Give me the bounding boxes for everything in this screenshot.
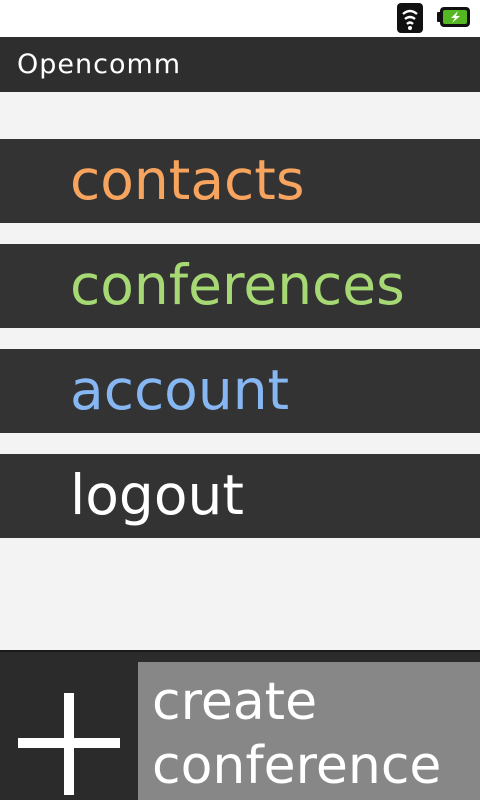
add-button[interactable] xyxy=(0,662,137,800)
battery-charging-icon xyxy=(437,7,470,27)
menu-item-logout[interactable]: logout xyxy=(0,454,480,538)
menu-label-contacts: contacts xyxy=(70,148,305,212)
app-title: Opencomm xyxy=(17,49,182,80)
menu-label-account: account xyxy=(70,358,290,422)
wifi-icon xyxy=(397,3,423,33)
create-conference-label: create conference xyxy=(152,670,478,798)
menu-label-logout: logout xyxy=(70,463,244,527)
plus-icon xyxy=(18,693,120,795)
menu-label-conferences: conferences xyxy=(70,253,405,317)
menu-item-account[interactable]: account xyxy=(0,349,480,433)
create-label-line1: create xyxy=(152,672,318,732)
menu-item-contacts[interactable]: contacts xyxy=(0,139,480,223)
create-label-line2: conference xyxy=(152,736,442,796)
menu-item-conferences[interactable]: conferences xyxy=(0,244,480,328)
create-conference-button[interactable]: create conference xyxy=(138,662,480,800)
title-bar: Opencomm xyxy=(0,37,480,92)
bottom-action-bar: create conference xyxy=(0,650,480,800)
status-bar xyxy=(0,0,480,37)
